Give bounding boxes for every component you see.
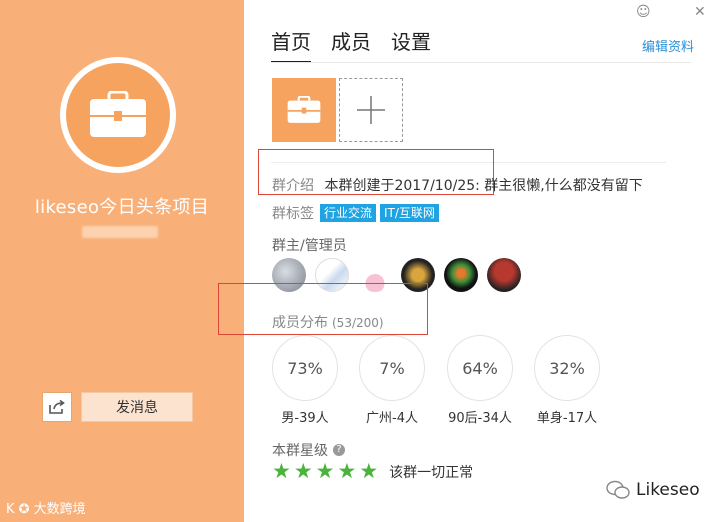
tag-industry[interactable]: 行业交流 bbox=[320, 204, 377, 222]
edit-profile-link[interactable]: 编辑资料 bbox=[642, 36, 694, 55]
stat-label: 90后-34人 bbox=[448, 411, 512, 426]
star-icon: ★ bbox=[315, 459, 335, 483]
intro-text: 本群创建于2017/10/25: 群主很懒,什么都没有留下 bbox=[324, 178, 643, 194]
intro-label: 群介绍 bbox=[272, 178, 314, 194]
group-photo-thumbnail[interactable] bbox=[272, 78, 336, 142]
briefcase-icon bbox=[287, 96, 321, 123]
skin-icon[interactable]: ☺ bbox=[636, 4, 651, 20]
close-icon[interactable]: ✕ bbox=[694, 4, 706, 20]
member-count: (53/200) bbox=[332, 316, 384, 330]
group-profile-panel: likeseo今日头条项目 发消息 K ✪ 大数跨境 bbox=[0, 0, 244, 522]
avatar[interactable] bbox=[444, 258, 478, 292]
stat-city: 7% 广州-4人 bbox=[359, 335, 425, 426]
watermark-left: K ✪ 大数跨境 bbox=[6, 502, 86, 517]
tag-it[interactable]: IT/互联网 bbox=[380, 204, 439, 222]
tab-members[interactable]: 成员 bbox=[331, 26, 371, 63]
stat-gender: 73% 男-39人 bbox=[272, 335, 338, 426]
watermark-text: Likeseo bbox=[636, 480, 700, 500]
avatar[interactable] bbox=[487, 258, 521, 292]
rating-status: 该群一切正常 bbox=[389, 464, 474, 481]
share-button[interactable] bbox=[42, 392, 72, 422]
star-icon: ★ bbox=[293, 459, 313, 483]
stat-label: 男-39人 bbox=[281, 411, 329, 426]
member-distribution: 成员分布 (53/200) bbox=[272, 312, 384, 332]
stat-circle: 7% bbox=[359, 335, 425, 401]
group-tags: 群标签 行业交流 IT/互联网 bbox=[272, 203, 439, 223]
admins-label: 群主/管理员 bbox=[272, 238, 347, 254]
help-icon[interactable]: ? bbox=[333, 444, 345, 456]
tab-bar: 首页 成员 设置 bbox=[271, 26, 431, 63]
star-icon: ★ bbox=[337, 459, 357, 483]
group-details: ☺ ✕ 首页 成员 设置 编辑资料 群介绍 本群创建于2017/10/25: 群… bbox=[218, 0, 725, 522]
watermark-right: Likeseo bbox=[606, 480, 700, 500]
stat-age: 64% 90后-34人 bbox=[447, 335, 513, 426]
group-intro: 群介绍 本群创建于2017/10/25: 群主很懒,什么都没有留下 bbox=[272, 175, 643, 195]
tab-home[interactable]: 首页 bbox=[271, 26, 311, 63]
tab-divider bbox=[271, 62, 691, 63]
stat-label: 广州-4人 bbox=[366, 411, 418, 426]
add-photo-button[interactable] bbox=[339, 78, 403, 142]
wechat-icon bbox=[606, 480, 630, 499]
rating-label: 本群星级 bbox=[272, 443, 328, 459]
tags-label: 群标签 bbox=[272, 206, 314, 222]
stat-label: 单身-17人 bbox=[536, 411, 598, 426]
send-message-button[interactable]: 发消息 bbox=[81, 392, 193, 422]
stat-circle: 64% bbox=[447, 335, 513, 401]
stat-single: 32% 单身-17人 bbox=[534, 335, 600, 426]
star-icon: ★ bbox=[359, 459, 379, 483]
plus-icon bbox=[357, 96, 385, 124]
share-icon bbox=[49, 400, 65, 414]
member-distribution-label: 成员分布 bbox=[272, 315, 328, 331]
stat-circle: 32% bbox=[534, 335, 600, 401]
tab-settings[interactable]: 设置 bbox=[391, 26, 431, 63]
briefcase-icon bbox=[90, 91, 146, 137]
group-avatar[interactable] bbox=[66, 63, 170, 167]
rating-stars: ★ ★ ★ ★ ★ 该群一切正常 bbox=[272, 461, 473, 482]
stat-circle: 73% bbox=[272, 335, 338, 401]
group-name: likeseo今日头条项目 bbox=[34, 197, 210, 218]
group-rating: 本群星级 ? bbox=[272, 440, 345, 460]
blurred-group-id bbox=[82, 226, 158, 238]
star-icon: ★ bbox=[272, 459, 291, 483]
